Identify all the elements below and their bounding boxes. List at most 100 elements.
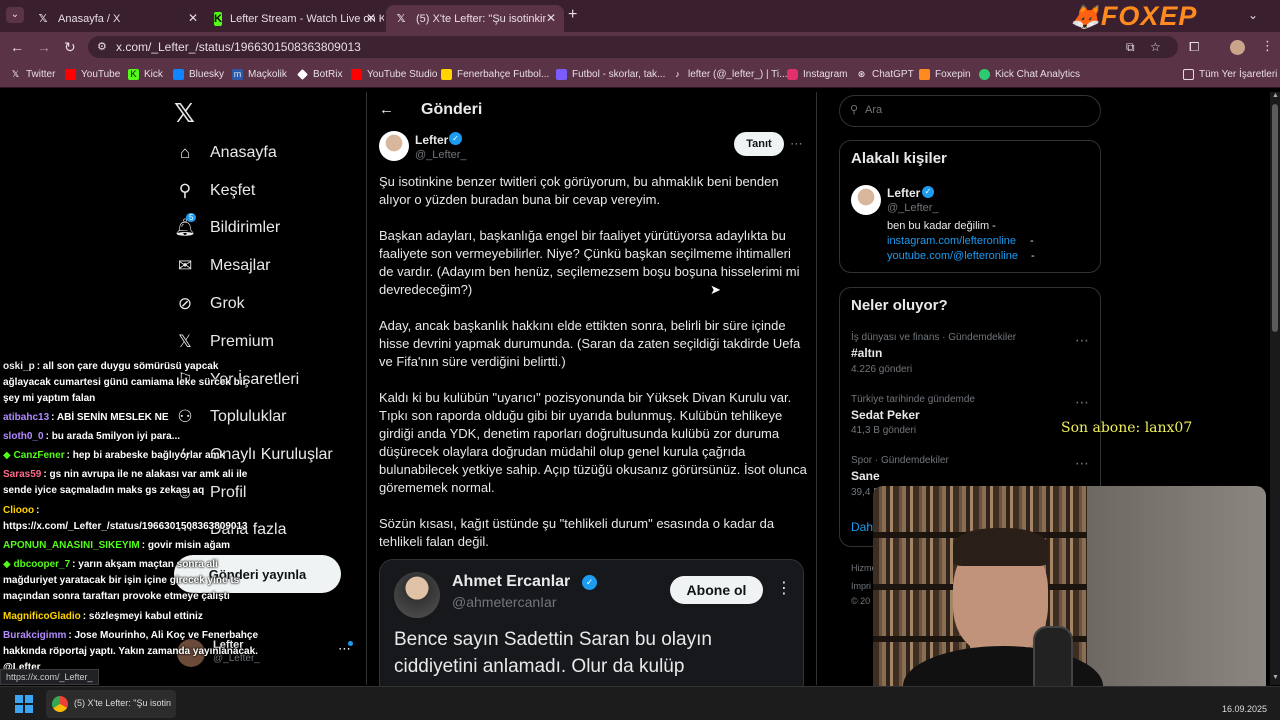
search-placeholder: Ara [865,104,883,116]
scrollbar-thumb[interactable] [1272,104,1278,332]
chat-message: Cliooo: https://x.com/_Lefter_/status/19… [3,505,248,532]
bio-link-youtube[interactable]: youtube.com/@lefteronline [887,250,1018,262]
quoted-text: Bence sayın Sadettin Saran bu olayın cid… [394,629,712,677]
bookmark-tiktok[interactable]: ♪ lefter (@_lefter_) | Ti... [672,69,787,80]
bookmark-label: YouTube [81,69,121,80]
site-info-icon[interactable]: ⚙ [97,36,107,58]
bio-link-instagram[interactable]: instagram.com/lefteronline [887,235,1016,247]
url-field[interactable]: ⚙ x.com/_Lefter_/status/1966301508363809… [88,36,1178,58]
profile-avatar[interactable] [1230,40,1245,55]
all-bookmarks[interactable]: Tüm Yer İşaretleri [1183,69,1277,80]
x-icon: 𝕏 [11,69,20,79]
minimize-button[interactable]: ⌄ [1248,8,1258,22]
nav-premium[interactable]: 𝕏 Premium [175,332,274,352]
close-icon[interactable]: ✕ [188,11,198,25]
post-paragraph: Kaldı ki bu kulübün "uyarıcı" pozisyonun… [379,390,807,495]
post-author[interactable]: Lefter [415,133,448,147]
bookmark-twitter[interactable]: 𝕏 Twitter [10,69,56,80]
bookmark-fenerbahce[interactable]: Fenerbahçe Futbol... [441,69,549,80]
nav-messages[interactable]: ✉ Mesajlar [175,256,271,276]
chat-message: Saras59: gs nin avrupa ile ne alakası va… [3,469,248,496]
chat-username: Burakcigimm [3,630,67,641]
youtube-studio-icon [351,69,362,80]
nav-home[interactable]: ⌂ Anasayfa [175,143,277,163]
grok-icon: ⊘ [177,294,193,313]
chat-message: atibahc13: ABİ SENİN MESLEK NE [3,412,169,423]
bookmark-label: Instagram [803,69,848,80]
tab-post[interactable]: 𝕏 (5) X'te Lefter: "Şu isotinkine be ✕ [386,5,564,32]
bookmark-kick-chat[interactable]: Kick Chat Analytics [979,69,1080,80]
forward-icon[interactable]: → [37,39,51,55]
nav-notifications[interactable]: 🔔︎ 5 Bildirimler [174,213,280,238]
follow-button[interactable]: Tanıt [734,132,784,156]
all-bookmarks-label: Tüm Yer İşaretleri [1199,69,1278,80]
bookmark-label: BotRix [313,69,343,80]
bookmark-instagram[interactable]: Instagram [787,69,847,80]
bookmark-futbol[interactable]: Futbol - skorlar, tak... [556,69,665,80]
related-title: Alakalı kişiler [851,150,947,167]
avatar[interactable] [379,131,409,161]
bookmark-botrix[interactable]: BotRix [297,69,342,80]
trend-name[interactable]: Sane [851,469,880,483]
taskbar-chrome-window[interactable]: (5) X'te Lefter: "Şu isotin [46,690,176,718]
nav-explore[interactable]: ⚲ Keşfet [175,181,256,201]
scroll-up-icon[interactable]: ▲ [1272,92,1279,99]
quoted-post[interactable]: Ahmet Ercanlar ✓ @ahmetercanIar Abone ol… [379,559,804,699]
more-icon[interactable]: ⋯ [1075,332,1090,349]
related-name[interactable]: Lefter [887,186,920,200]
bookmark-mackolik[interactable]: m Maçkolik [232,69,287,80]
scrollbar[interactable]: ▲ ▼ [1270,92,1280,685]
bookmark-label: Kick [144,69,163,80]
nav-label: Anasayfa [210,144,277,161]
chat-message: oski_p: all son çare duygu sömürüsü yapc… [3,361,247,404]
brand-logo: 🦊FOXEP [1070,1,1197,32]
x-logo-icon[interactable]: 𝕏 [174,98,195,129]
more-icon[interactable]: ⋯ [1075,394,1090,411]
close-icon[interactable]: ✕ [546,11,556,25]
trend-name[interactable]: Sedat Peker [851,408,920,422]
tab-kick[interactable]: K Lefter Stream - Watch Live on K ✕ [206,5,384,32]
chat-message: ◆ CanzFener: hep bi arabeske bağlıyorlar… [3,450,226,461]
nav-grok[interactable]: ⊘ Grok [175,294,245,314]
more-vertical-icon[interactable]: ⋮ [776,578,792,598]
tab-home[interactable]: 𝕏 Anasayfa / X ✕ [28,5,206,32]
bookmark-kick[interactable]: K Kick [128,69,163,80]
butterfly-icon [173,69,184,80]
search-input[interactable]: ⚲ Ara [839,95,1101,127]
tab-list-button[interactable]: ⌄ [6,7,24,23]
tab-label: Lefter Stream - Watch Live on K [229,12,384,25]
analytics-icon [979,69,990,80]
avatar[interactable] [851,185,881,215]
back-arrow-icon[interactable]: ← [379,101,394,118]
footer-link[interactable]: Impri [851,581,871,591]
bookmark-chatgpt[interactable]: ⊛ ChatGPT [856,69,914,80]
bookmark-label: Foxepin [935,69,971,80]
subscribe-button[interactable]: Abone ol [670,576,763,604]
extensions-icon[interactable]: ⧠ [1189,39,1199,55]
star-icon[interactable]: ☆ [1150,36,1161,58]
new-tab-button[interactable]: + [568,6,577,24]
menu-icon[interactable]: ⋮ [1261,38,1274,54]
trend-meta: Türkiye tarihinde gündemde [851,394,975,405]
bookmark-bluesky[interactable]: Bluesky [173,69,224,80]
x-icon: 𝕏 [178,332,192,351]
trend-name[interactable]: #altın [851,346,882,360]
mail-icon: ✉ [177,256,193,275]
instagram-icon [787,69,798,80]
nav-label: Keşfet [210,182,256,199]
tab-label: (5) X'te Lefter: "Şu isotinkine be [416,12,546,25]
more-icon[interactable]: ⋯ [1075,455,1090,472]
chat-username: oski_p [3,361,35,372]
verified-badge-icon: ✓ [582,575,597,590]
bookmark-youtube-studio[interactable]: YouTube Studio [351,69,437,80]
bookmark-foxepin[interactable]: Foxepin [919,69,971,80]
windows-start-icon[interactable] [15,695,33,713]
close-icon[interactable]: ✕ [366,11,376,25]
install-icon[interactable]: ⧉ [1126,36,1135,58]
trend-count: 4.226 gönderi [851,364,913,375]
more-icon[interactable]: ⋯ [790,136,803,152]
back-icon[interactable]: ← [10,39,24,55]
bookmark-youtube[interactable]: YouTube [65,69,120,80]
scroll-down-icon[interactable]: ▼ [1272,674,1279,681]
reload-icon[interactable]: ↻ [64,39,76,56]
